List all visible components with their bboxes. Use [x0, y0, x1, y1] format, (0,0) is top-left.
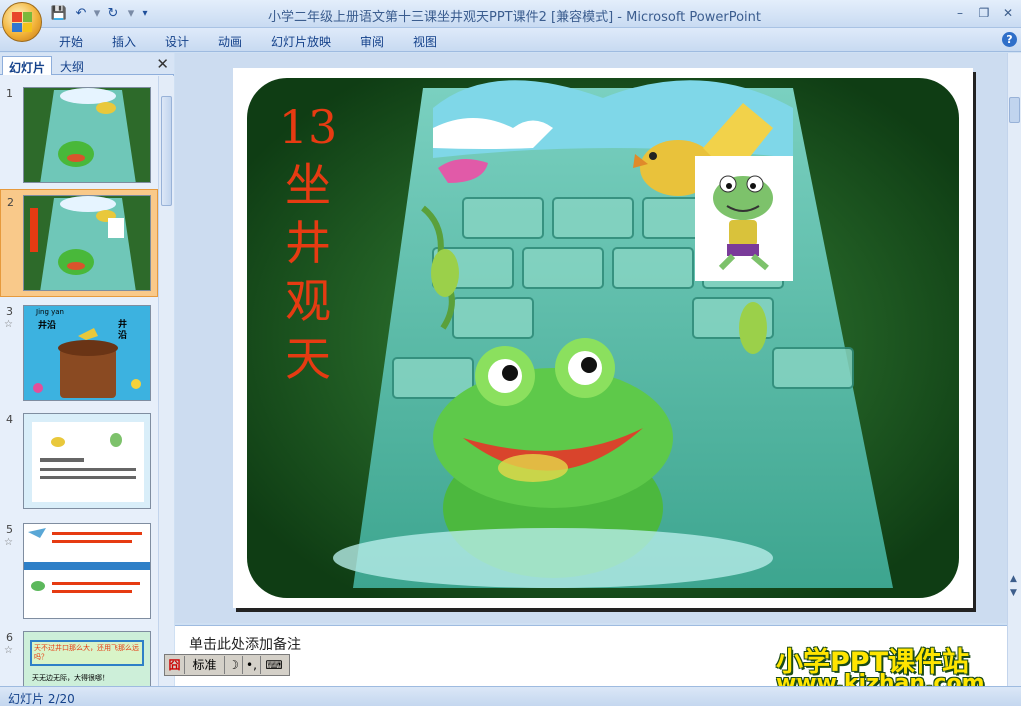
thumbnail-number: 3 — [6, 305, 13, 318]
restore-button[interactable]: ❐ — [973, 4, 995, 22]
thumbnail-row[interactable]: 1 — [0, 81, 158, 189]
ime-punctuation-icon[interactable]: •, — [243, 656, 261, 674]
ime-keyboard-icon[interactable]: ⌨ — [261, 656, 287, 674]
scrollbar-thumb[interactable] — [1009, 97, 1020, 123]
tab-slides[interactable]: 幻灯片 — [2, 56, 53, 75]
title-char: 天 — [285, 332, 331, 386]
ime-logo-icon[interactable]: 囧 — [165, 656, 185, 674]
slide-canvas[interactable]: 13 坐 井 观 天 — [233, 68, 973, 608]
qat-dropdown-icon[interactable]: ▾ — [136, 5, 154, 22]
thumbnail-row[interactable]: 3 ☆ Jing yan 井沿 井沿 — [0, 299, 158, 407]
thumbnail-number: 5 — [6, 523, 13, 536]
tab-view[interactable]: 视图 — [413, 33, 437, 50]
tab-slideshow[interactable]: 幻灯片放映 — [271, 33, 331, 50]
office-button[interactable] — [2, 2, 42, 42]
thumbnail-number: 6 — [6, 631, 13, 644]
frog-in-well-illustration — [247, 78, 959, 598]
office-logo-icon — [12, 12, 32, 32]
tab-design[interactable]: 设计 — [165, 33, 189, 50]
tab-insert[interactable]: 插入 — [112, 33, 136, 50]
save-icon[interactable]: 💾 — [50, 5, 68, 22]
slide-thumbnail[interactable] — [23, 523, 151, 619]
tab-outline[interactable]: 大纲 — [54, 56, 90, 75]
animation-star-icon: ☆ — [4, 319, 13, 330]
thumbnail-scrollbar[interactable] — [158, 76, 174, 686]
window-title: 小学二年级上册语文第十三课坐井观天PPT课件2 [兼容模式] - Microso… — [268, 10, 761, 25]
thumbnail-row[interactable]: 6 ☆ 天不过井口那么大，还用飞那么远吗？ 天无边无际，大得很哪！ — [0, 625, 158, 686]
help-icon[interactable]: ? — [1002, 32, 1017, 47]
prev-slide-icon[interactable]: ▲ — [1010, 575, 1017, 584]
thumbnail-number: 4 — [6, 413, 13, 426]
thumbnail-number: 2 — [7, 196, 14, 209]
ribbon-tab-bar: 开始 插入 设计 动画 幻灯片放映 审阅 视图 ? — [0, 28, 1021, 52]
panel-tabs: 幻灯片 大纲 ✕ — [0, 53, 174, 75]
tab-animations[interactable]: 动画 — [218, 33, 242, 50]
animation-star-icon: ☆ — [4, 645, 13, 656]
thumbnail-pinyin: Jing yan — [36, 308, 64, 316]
title-char: 坐 — [285, 158, 331, 212]
tab-home[interactable]: 开始 — [59, 33, 83, 50]
slide-thumbnail[interactable]: 天不过井口那么大，还用飞那么远吗？ 天无边无际，大得很哪！ — [23, 631, 151, 686]
thumbnail-row[interactable]: 5 ☆ — [0, 517, 158, 625]
status-bar: 幻灯片 2/20 — [0, 686, 1021, 706]
slide-title[interactable]: 13 坐 井 观 天 — [273, 98, 343, 388]
frog-well-thumbnail-icon — [24, 88, 150, 182]
ime-mode-button[interactable]: 标准 — [185, 656, 225, 674]
thumbnail-label: 井沿 — [118, 320, 128, 341]
frog-well-title-thumbnail-icon — [24, 196, 150, 290]
title-bar: 💾 ↶ ▾ ↻ ▾ ▾ 小学二年级上册语文第十三课坐井观天PPT课件2 [兼容模… — [0, 0, 1021, 42]
thumbnail-list: 1 2 3 ☆ Jing yan 井沿 井沿 4 5 ☆ 6 ☆ 天不过井口那么… — [0, 76, 158, 686]
slides-panel: 幻灯片 大纲 ✕ 1 2 3 ☆ Jing yan 井沿 井沿 4 5 ☆ 6 … — [0, 53, 174, 686]
redo-icon[interactable]: ↻ — [104, 5, 122, 22]
ime-moon-icon[interactable]: ☽ — [225, 656, 243, 674]
thumbnail-label: 井沿 — [38, 321, 57, 331]
tab-review[interactable]: 审阅 — [360, 33, 384, 50]
text-slide-thumbnail-icon — [32, 422, 144, 502]
thumbnail-text: 天不过井口那么大，还用飞那么远吗？ — [34, 644, 139, 661]
thumbnail-number: 1 — [6, 87, 13, 100]
close-button[interactable]: ✕ — [997, 4, 1019, 22]
animation-star-icon: ☆ — [4, 537, 13, 548]
scrollbar-thumb[interactable] — [161, 96, 172, 206]
dialogue-slide-thumbnail-icon — [24, 524, 150, 618]
slide-indicator: 幻灯片 2/20 — [8, 692, 75, 706]
slide-thumbnail[interactable]: Jing yan 井沿 井沿 — [23, 305, 151, 401]
slide-editor: 13 坐 井 观 天 — [175, 53, 1007, 623]
title-char: 井 — [285, 216, 331, 270]
thumbnail-row-selected[interactable]: 2 — [0, 189, 158, 297]
thumbnail-row[interactable]: 4 — [0, 407, 158, 515]
minimize-button[interactable]: – — [949, 4, 971, 22]
slide-thumbnail[interactable] — [23, 413, 151, 509]
slide-thumbnail[interactable] — [23, 195, 151, 291]
title-char: 观 — [285, 274, 331, 328]
ime-toolbar: 囧 标准 ☽ •, ⌨ — [164, 654, 290, 676]
next-slide-icon[interactable]: ▼ — [1010, 589, 1017, 598]
editor-scrollbar[interactable]: ▲ ▼ — [1007, 53, 1021, 686]
thumbnail-text: 天无边无际，大得很哪！ — [32, 674, 109, 682]
notes-placeholder[interactable]: 单击此处添加备注 — [189, 634, 301, 654]
lesson-number: 13 — [278, 100, 338, 154]
slide-thumbnail[interactable] — [23, 87, 151, 183]
panel-close-icon[interactable]: ✕ — [156, 55, 169, 73]
